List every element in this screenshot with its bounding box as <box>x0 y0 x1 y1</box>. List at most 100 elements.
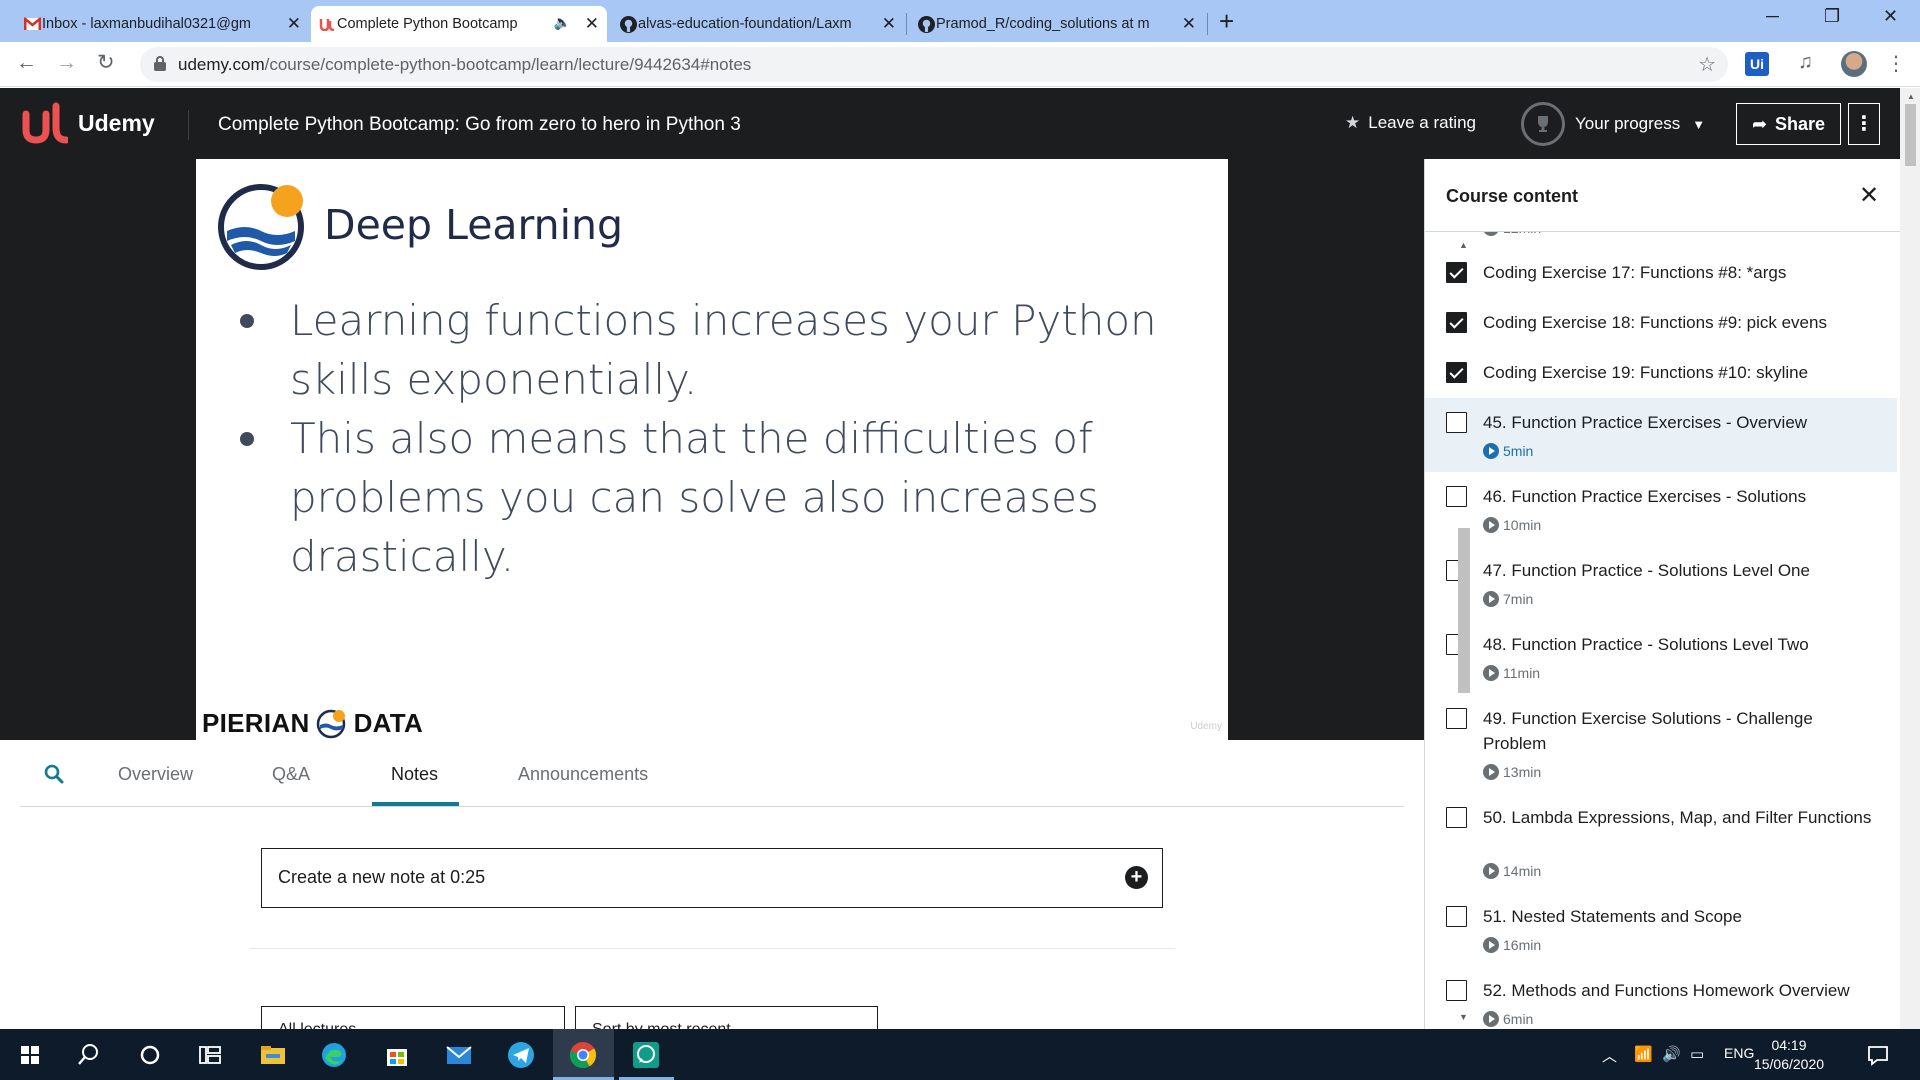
new-tab-button[interactable]: + <box>1219 8 1234 34</box>
add-note-icon[interactable]: + <box>1125 866 1148 889</box>
close-icon[interactable]: ✕ <box>287 14 301 34</box>
your-progress-button[interactable]: Your progress ▼ <box>1521 102 1705 146</box>
list-item[interactable]: 51. Nested Statements and Scope 16min <box>1425 892 1897 966</box>
sidebar-header: Course content ✕ <box>1425 159 1920 232</box>
network-icon[interactable]: 📶 <box>1634 1045 1653 1063</box>
tab-notes[interactable]: Notes <box>391 764 438 785</box>
scroll-up-icon[interactable]: ▲ <box>1459 240 1468 250</box>
cortana-icon[interactable] <box>134 1039 166 1071</box>
scroll-thumb[interactable] <box>1458 528 1470 693</box>
lecture-title: 48. Function Practice - Solutions Level … <box>1483 635 1809 654</box>
file-explorer-icon[interactable] <box>257 1039 289 1071</box>
uipath-extension-icon[interactable]: Ui <box>1745 52 1769 76</box>
tab-overview[interactable]: Overview <box>118 764 193 785</box>
slide-bullet: This also means that the difficulties of… <box>240 409 1200 586</box>
page-scrollbar[interactable]: ▲ <box>1900 88 1920 1029</box>
volume-icon[interactable]: 🔊 <box>1662 1045 1681 1063</box>
lecture-duration: 13min <box>1483 764 1541 780</box>
list-item[interactable]: Coding Exercise 17: Functions #8: *args <box>1425 248 1897 298</box>
lecture-title: 52. Methods and Functions Homework Overv… <box>1483 981 1850 1000</box>
list-item[interactable]: 50. Lambda Expressions, Map, and Filter … <box>1425 793 1897 892</box>
create-note-input[interactable]: Create a new note at 0:25 + <box>261 848 1163 908</box>
media-control-icon[interactable]: ♫ <box>1798 51 1813 74</box>
share-button[interactable]: ➦ Share <box>1736 103 1841 145</box>
address-bar[interactable]: udemy.com/course/complete-python-bootcam… <box>140 47 1728 82</box>
course-content-list[interactable]: 12min Coding Exercise 17: Functions #8: … <box>1425 232 1897 1029</box>
scroll-up-icon[interactable]: ▲ <box>1907 92 1915 101</box>
list-item[interactable]: 47. Function Practice - Solutions Level … <box>1425 546 1897 620</box>
browser-tab-github-2[interactable]: Pramod_R/coding_solutions at m ✕ <box>910 6 1204 42</box>
close-icon[interactable]: ✕ <box>882 14 896 34</box>
taskbar-clock[interactable]: 04:19 15/06/2020 <box>1744 1036 1834 1074</box>
telegram-icon[interactable] <box>505 1039 537 1071</box>
browser-tab-udemy[interactable]: Complete Python Bootcamp 🔈 ✕ <box>311 6 607 42</box>
mail-icon[interactable] <box>443 1039 475 1071</box>
slide-bullets: Learning functions increases your Python… <box>240 291 1200 586</box>
lecture-title: 46. Function Practice Exercises - Soluti… <box>1483 487 1807 506</box>
scroll-thumb[interactable] <box>1905 104 1916 166</box>
search-icon[interactable] <box>73 1039 105 1071</box>
back-icon[interactable]: ← <box>16 52 37 74</box>
course-title[interactable]: Complete Python Bootcamp: Go from zero t… <box>218 114 741 136</box>
battery-icon[interactable]: ▭ <box>1690 1045 1704 1063</box>
tab-announcements[interactable]: Announcements <box>518 764 648 785</box>
show-hidden-icons-icon[interactable]: ︿ <box>1602 1045 1617 1066</box>
list-item-current[interactable]: 45. Function Practice Exercises - Overvi… <box>1425 398 1897 472</box>
play-circle-icon <box>1483 517 1499 533</box>
speaker-icon[interactable]: 🔈 <box>554 14 571 31</box>
browser-tab-github-1[interactable]: alvas-education-foundation/Laxm ✕ <box>612 6 904 42</box>
browser-tab-gmail[interactable]: Inbox - laxmanbudihal0321@gm ✕ <box>16 6 309 42</box>
lecture-title: Coding Exercise 19: Functions #10: skyli… <box>1483 363 1809 382</box>
video-player[interactable]: Deep Learning Learning functions increas… <box>0 159 1424 740</box>
udemy-logo-icon[interactable] <box>20 102 68 144</box>
gmail-icon <box>24 17 41 30</box>
scroll-down-icon[interactable]: ▼ <box>1459 1012 1468 1022</box>
whatsapp-icon[interactable] <box>630 1039 662 1071</box>
active-tab-indicator <box>372 802 459 806</box>
play-circle-icon <box>1483 443 1499 459</box>
close-icon[interactable]: ✕ <box>1859 181 1879 210</box>
windows-start-icon[interactable] <box>14 1039 46 1071</box>
list-item[interactable]: 12min <box>1425 232 1897 248</box>
leave-rating-button[interactable]: ★ Leave a rating <box>1345 113 1476 133</box>
sidebar-scrollbar[interactable]: ▲ ▼ <box>1455 232 1472 1029</box>
list-item[interactable]: 48. Function Practice - Solutions Level … <box>1425 620 1897 694</box>
maximize-icon[interactable]: ❐ <box>1824 6 1840 27</box>
close-icon[interactable]: ✕ <box>1182 14 1196 34</box>
play-circle-icon <box>1483 232 1499 236</box>
slide-title: Deep Learning <box>324 201 624 249</box>
your-progress-label: Your progress <box>1575 114 1681 133</box>
microsoft-store-icon[interactable] <box>381 1039 413 1071</box>
more-options-icon[interactable]: ⋮ <box>1848 103 1880 145</box>
udemy-logo-text[interactable]: Udemy <box>78 110 155 137</box>
edge-browser-icon[interactable] <box>318 1039 350 1071</box>
profile-avatar[interactable] <box>1841 51 1867 77</box>
tab-qa[interactable]: Q&A <box>272 764 310 785</box>
search-icon[interactable] <box>44 764 64 784</box>
lecture-duration: 7min <box>1483 591 1533 607</box>
star-icon: ★ <box>1345 113 1361 132</box>
close-icon[interactable]: ✕ <box>585 14 599 34</box>
bookmark-star-icon[interactable]: ☆ <box>1698 52 1716 77</box>
lock-icon[interactable] <box>154 56 166 71</box>
chrome-menu-icon[interactable]: ⋮ <box>1886 51 1906 76</box>
task-view-icon[interactable] <box>194 1039 226 1071</box>
forward-icon[interactable]: → <box>56 52 77 74</box>
list-item[interactable]: 52. Methods and Functions Homework Overv… <box>1425 966 1897 1029</box>
lecture-duration: 12min <box>1483 232 1541 236</box>
action-center-icon[interactable] <box>1862 1039 1894 1071</box>
window-close-icon[interactable]: ✕ <box>1883 6 1898 27</box>
minimize-icon[interactable]: ─ <box>1766 6 1779 27</box>
lecture-title: Coding Exercise 18: Functions #9: pick e… <box>1483 313 1827 332</box>
chrome-icon[interactable] <box>567 1039 599 1071</box>
list-item[interactable]: 49. Function Exercise Solutions - Challe… <box>1425 694 1897 793</box>
reload-icon[interactable]: ↻ <box>97 52 115 74</box>
progress-ring <box>1521 102 1565 146</box>
list-item[interactable]: 46. Function Practice Exercises - Soluti… <box>1425 472 1897 546</box>
tab-label: Complete Python Bootcamp <box>337 16 518 32</box>
list-item[interactable]: Coding Exercise 18: Functions #9: pick e… <box>1425 298 1897 348</box>
udemy-icon <box>319 19 335 31</box>
lecture-title: 50. Lambda Expressions, Map, and Filter … <box>1483 808 1872 827</box>
list-item[interactable]: Coding Exercise 19: Functions #10: skyli… <box>1425 348 1897 398</box>
url-text[interactable]: udemy.com/course/complete-python-bootcam… <box>178 55 751 75</box>
